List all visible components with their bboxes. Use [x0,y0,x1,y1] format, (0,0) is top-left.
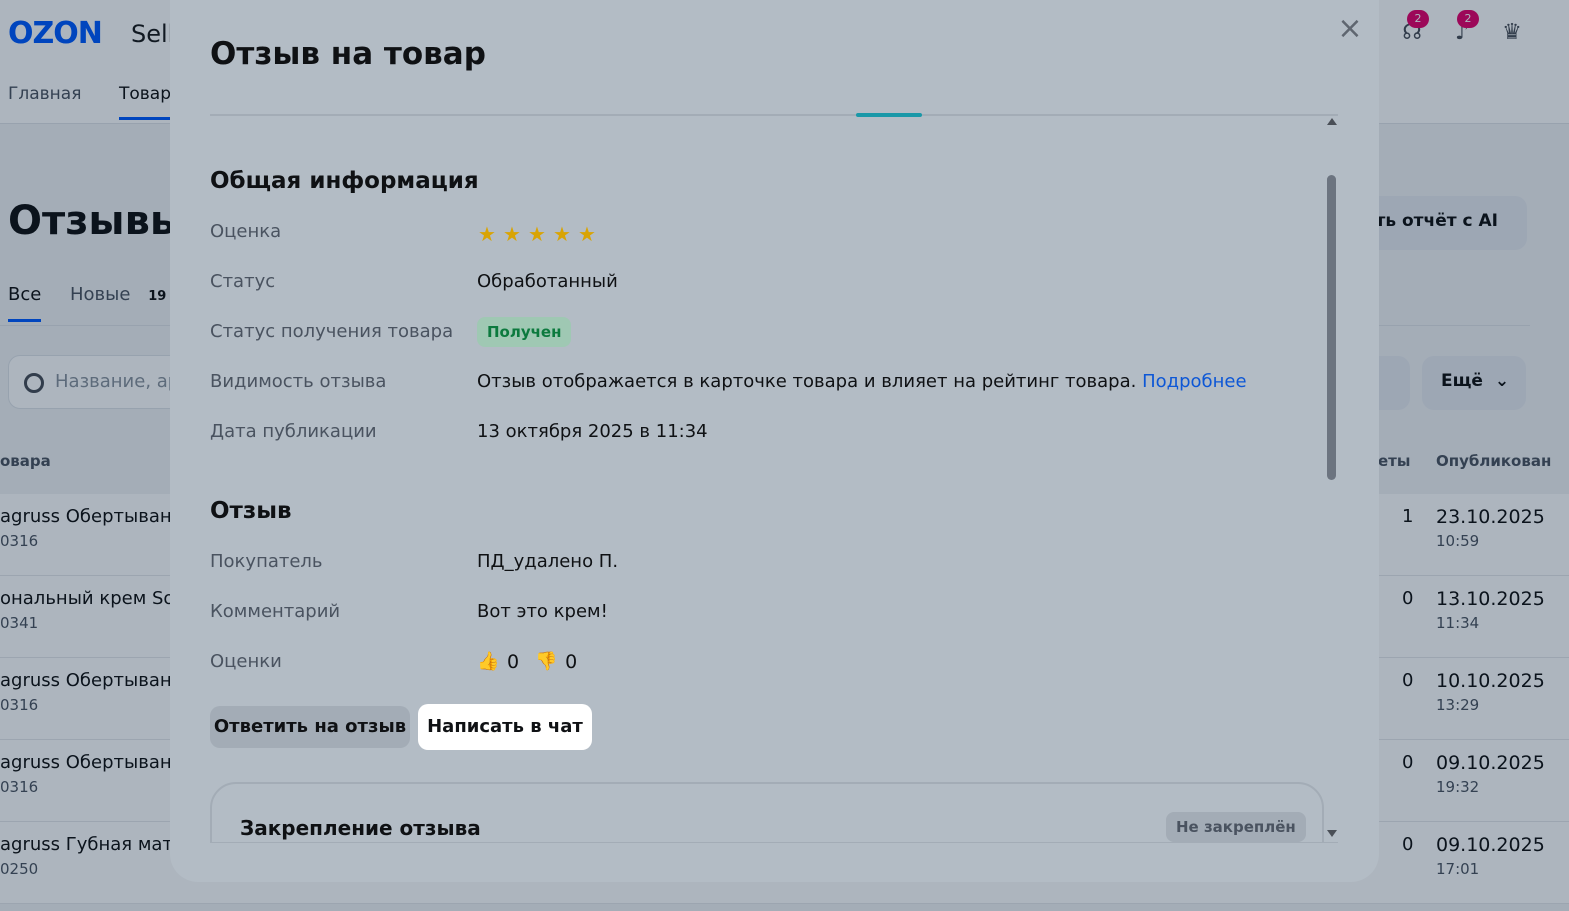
publication-date-value: 13 октября 2025 в 11:34 [477,421,708,442]
star-icon: ★ [578,222,596,246]
visibility-text: Отзыв отображается в карточке товара и в… [477,371,1137,392]
reply-button[interactable]: Ответить на отзыв [210,706,410,748]
likes-count: 0 [507,651,520,673]
review-modal: Отзыв на товар × Общая информация Оценка… [170,0,1379,882]
star-icon: ★ [503,222,521,246]
publication-date-label: Дата публикации [210,421,377,442]
modal-content: Общая информация Оценка ★ ★ ★ ★ ★ Статус… [210,116,1338,843]
comment-value: Вот это крем! [477,601,608,622]
general-info-title: Общая информация [210,168,479,194]
rating-label: Оценка [210,221,282,242]
close-icon[interactable]: × [1335,14,1365,44]
star-icon: ★ [528,222,546,246]
receipt-status-badge: Получен [477,317,572,347]
dislikes-count: 0 [565,651,578,673]
modal-title: Отзыв на товар [210,36,486,72]
thumbs-up-icon: 👍 [477,651,500,672]
buyer-value: ПД_удалено П. [477,551,619,572]
content-bottom-edge [210,842,1338,843]
learn-more-link[interactable]: Подробнее [1142,371,1246,392]
scrollbar-thumb[interactable] [1327,175,1336,480]
visibility-value: Отзыв отображается в карточке товара и в… [477,371,1247,392]
visibility-label: Видимость отзыва [210,371,387,392]
scroll-up-arrow[interactable] [1327,118,1337,125]
votes: 👍 0 👎 0 [477,651,593,673]
star-icon: ★ [553,222,571,246]
pin-review-card: Закрепление отзыва Не закреплён [210,782,1324,843]
thumbs-down-icon: 👎 [535,651,558,672]
pin-title: Закрепление отзыва [240,816,481,840]
pin-status-badge: Не закреплён [1166,812,1306,842]
star-icon: ★ [478,222,496,246]
comment-label: Комментарий [210,601,341,622]
votes-label: Оценки [210,651,282,672]
chat-button[interactable]: Написать в чат [418,704,592,750]
status-value: Обработанный [477,271,618,292]
review-section-title: Отзыв [210,498,292,524]
buyer-label: Покупатель [210,551,323,572]
status-label: Статус [210,271,276,292]
rating-stars: ★ ★ ★ ★ ★ [478,224,598,244]
receipt-label: Статус получения товара [210,321,454,342]
scroll-down-arrow[interactable] [1327,830,1337,837]
